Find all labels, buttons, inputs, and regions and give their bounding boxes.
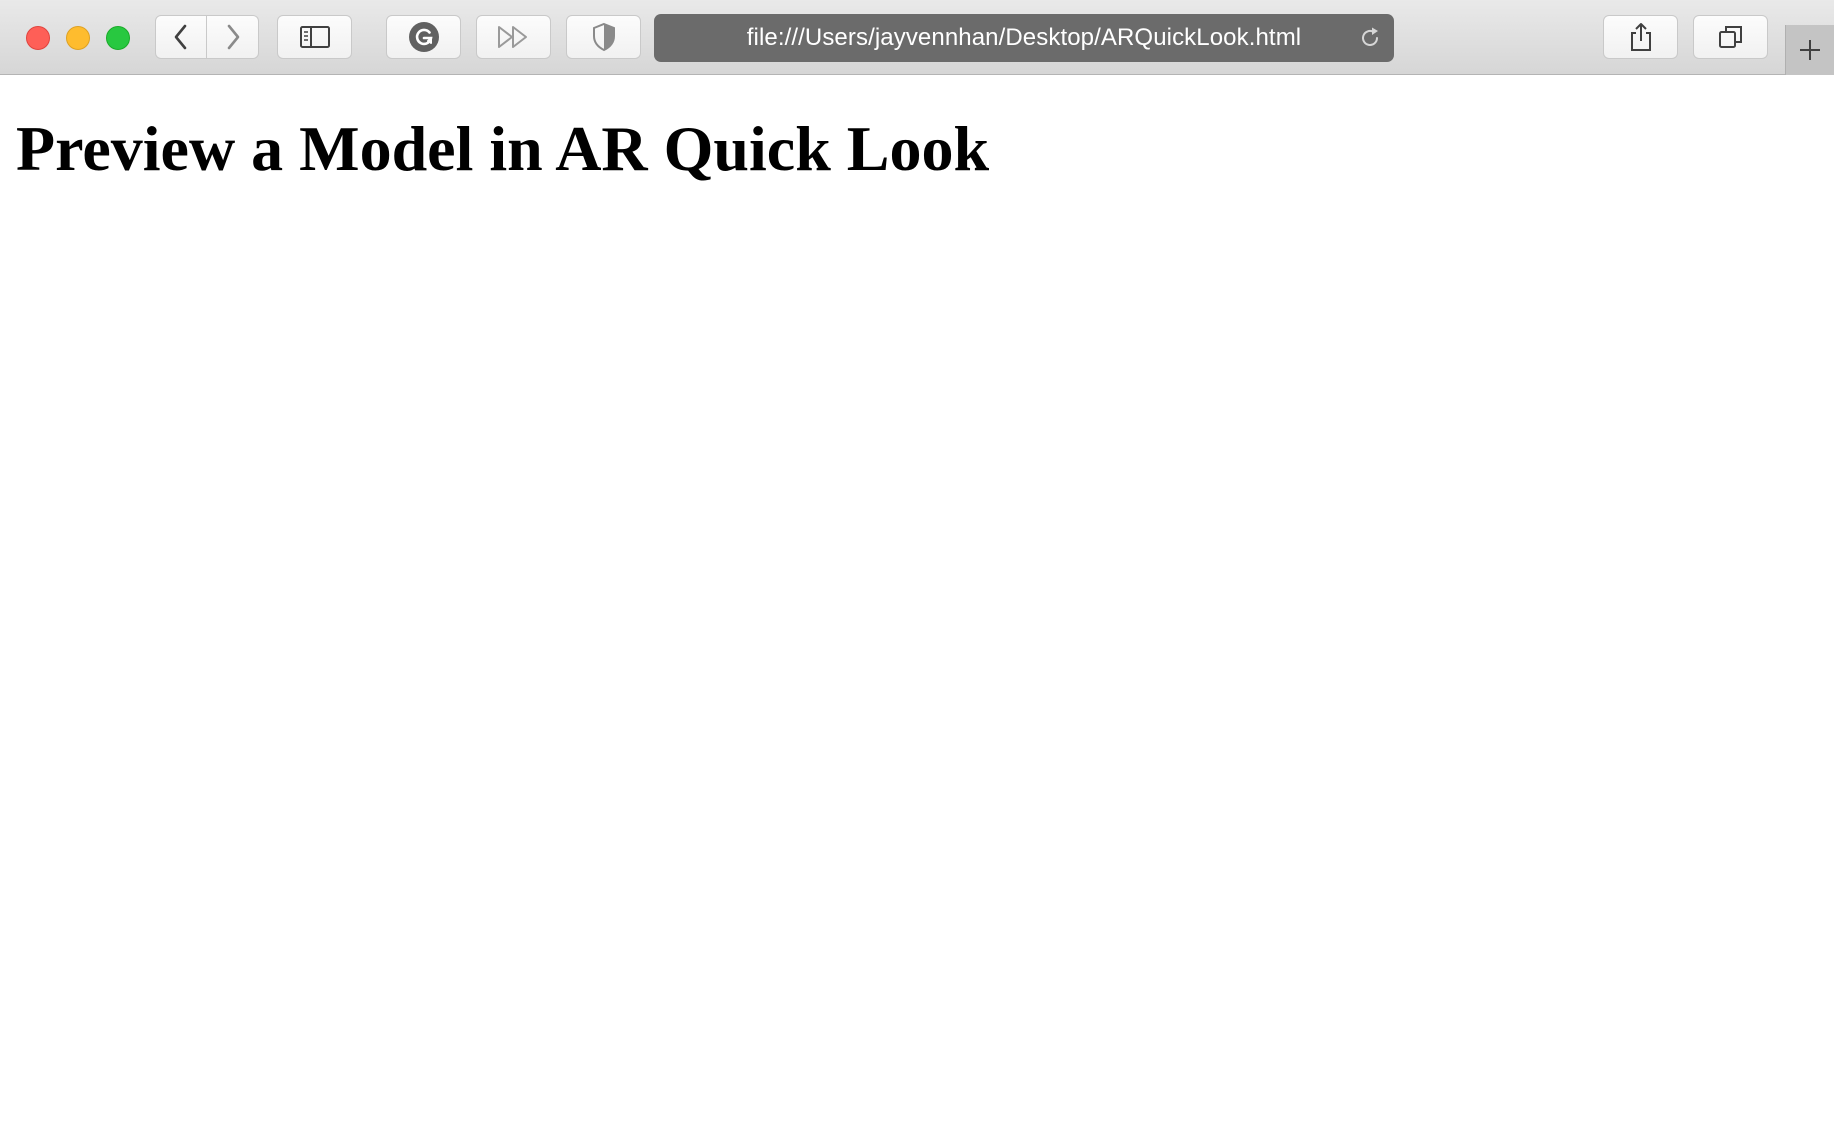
minimize-window-button[interactable]	[66, 26, 90, 50]
address-bar[interactable]: file:///Users/jayvennhan/Desktop/ARQuick…	[654, 14, 1394, 62]
new-tab-button[interactable]	[1785, 25, 1834, 75]
fast-forward-icon	[497, 26, 527, 48]
share-button[interactable]	[1603, 15, 1678, 59]
privacy-shield-button[interactable]	[566, 15, 641, 59]
browser-toolbar: file:///Users/jayvennhan/Desktop/ARQuick…	[0, 0, 1834, 75]
close-window-button[interactable]	[26, 26, 50, 50]
chevron-right-icon	[227, 24, 239, 50]
page-content: Preview a Model in AR Quick Look	[0, 75, 1834, 1126]
page-title: Preview a Model in AR Quick Look	[16, 113, 990, 184]
shield-icon	[592, 22, 615, 52]
maximize-window-button[interactable]	[106, 26, 130, 50]
back-button[interactable]	[155, 15, 207, 59]
sidebar-icon	[299, 26, 330, 48]
share-icon	[1630, 23, 1651, 51]
tabs-overview-button[interactable]	[1693, 15, 1768, 59]
plus-icon	[1800, 40, 1820, 60]
reload-icon[interactable]	[1358, 26, 1382, 50]
chevron-left-icon	[174, 24, 187, 50]
tabs-overview-icon	[1718, 26, 1742, 48]
fast-forward-extension-button[interactable]	[476, 15, 551, 59]
browser-window: file:///Users/jayvennhan/Desktop/ARQuick…	[0, 0, 1834, 1126]
forward-button[interactable]	[207, 15, 259, 59]
grammarly-extension-button[interactable]	[386, 15, 461, 59]
grammarly-extension-icon	[408, 22, 439, 52]
sidebar-button[interactable]	[277, 15, 352, 59]
address-url: file:///Users/jayvennhan/Desktop/ARQuick…	[746, 24, 1302, 51]
